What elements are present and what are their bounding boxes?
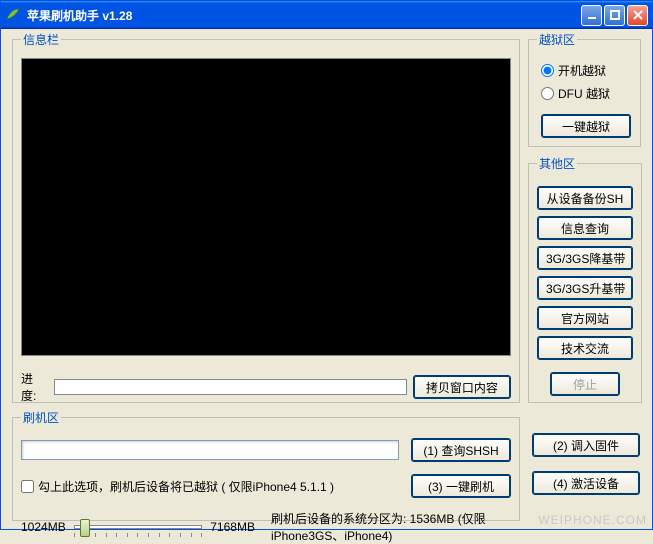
copy-window-button[interactable]: 拷贝窗口内容 [413, 375, 511, 399]
titlebar: 苹果刷机助手 v1.28 [1, 1, 652, 29]
info-panel-legend: 信息栏 [21, 31, 61, 48]
jb-radio-boot-label: 开机越狱 [558, 62, 606, 79]
one-click-jailbreak-button[interactable]: 一键越狱 [541, 114, 631, 138]
close-button[interactable] [627, 5, 648, 26]
slider-track [74, 525, 203, 529]
partition-info: 刷机后设备的系统分区为: 1536MB (仅限iPhone3GS、iPhone4… [271, 510, 511, 544]
official-site-button[interactable]: 官方网站 [537, 306, 633, 330]
firmware-path-input[interactable] [21, 440, 399, 460]
tech-support-button[interactable]: 技术交流 [537, 336, 633, 360]
flash-panel-legend: 刷机区 [21, 409, 61, 426]
jb-option-boot[interactable]: 开机越狱 [541, 62, 632, 79]
minimize-button[interactable] [581, 5, 602, 26]
jailbreak-after-flash-label: 勾上此选项，刷机后设备将已越狱 ( 仅限iPhone4 5.1.1 ) [38, 478, 334, 495]
stop-button[interactable]: 停止 [550, 372, 620, 396]
one-click-flash-button[interactable]: (3) 一键刷机 [411, 474, 511, 498]
jb-radio-dfu-label: DFU 越狱 [558, 85, 610, 102]
info-panel: 信息栏 进度: 拷贝窗口内容 [12, 31, 520, 403]
info-query-button[interactable]: 信息查询 [537, 216, 633, 240]
other-panel: 其他区 从设备备份SH 信息查询 3G/3GS降基带 3G/3GS升基带 官方网… [528, 155, 642, 403]
partition-size-slider[interactable] [74, 517, 203, 537]
progress-bar [54, 379, 407, 395]
query-shsh-button[interactable]: (1) 查询SHSH [411, 438, 511, 462]
watermark: WEIPHONE.COM [538, 513, 647, 527]
backup-shsh-button[interactable]: 从设备备份SH [537, 186, 633, 210]
info-display [21, 58, 511, 356]
jb-radio-dfu[interactable] [541, 87, 554, 100]
downgrade-baseband-button[interactable]: 3G/3GS降基带 [537, 246, 633, 270]
jailbreak-after-flash-checkbox[interactable] [21, 480, 34, 493]
jailbreak-panel: 越狱区 开机越狱 DFU 越狱 一键越狱 [528, 31, 641, 147]
slider-ticks [74, 533, 203, 537]
slider-thumb[interactable] [80, 519, 90, 537]
other-panel-legend: 其他区 [537, 155, 577, 172]
jb-radio-boot[interactable] [541, 64, 554, 77]
flash-panel: 刷机区 (1) 查询SHSH 勾上此选项，刷机后设备将已越狱 ( 仅限iPhon… [12, 409, 520, 521]
jailbreak-panel-legend: 越狱区 [537, 31, 577, 48]
upgrade-baseband-button[interactable]: 3G/3GS升基带 [537, 276, 633, 300]
maximize-button[interactable] [604, 5, 625, 26]
activate-device-button[interactable]: (4) 激活设备 [532, 471, 640, 495]
slider-max-label: 7168MB [210, 520, 255, 534]
window-title: 苹果刷机助手 v1.28 [27, 7, 581, 24]
load-firmware-button[interactable]: (2) 调入固件 [532, 433, 640, 457]
slider-min-label: 1024MB [21, 520, 66, 534]
app-icon [5, 7, 21, 23]
jb-option-dfu[interactable]: DFU 越狱 [541, 85, 632, 102]
progress-label: 进度: [21, 370, 48, 404]
